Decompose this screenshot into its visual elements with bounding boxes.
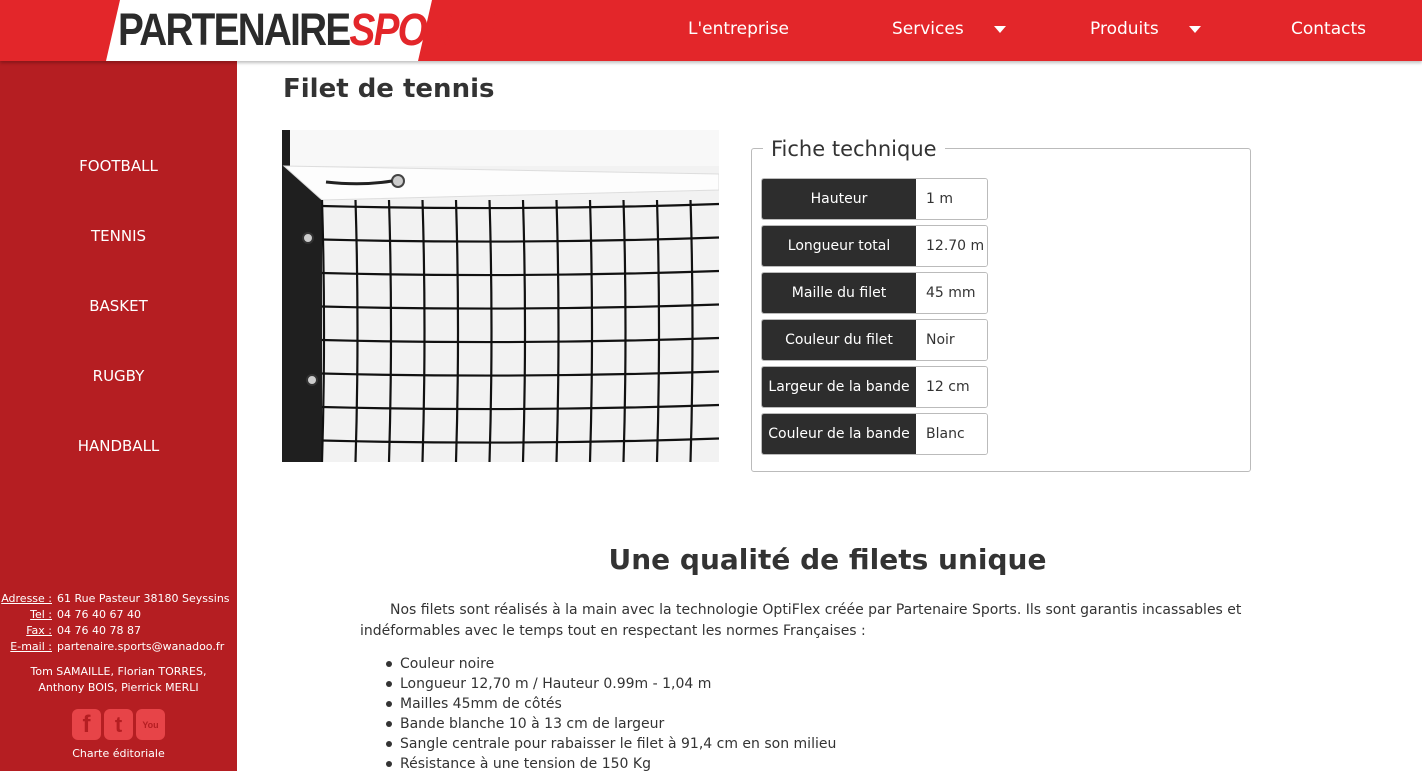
- spec-key: Longueur total: [762, 226, 916, 266]
- youtube-glyph: You: [142, 719, 159, 730]
- list-item: Bande blanche 10 à 13 cm de largeur: [386, 714, 836, 734]
- list-item: Couleur noire: [386, 654, 836, 674]
- spec-row-couleur-bande: Couleur de la bande Blanc: [761, 413, 988, 455]
- nav-services-label: Services: [892, 19, 964, 39]
- spec-value: 45 mm: [916, 273, 987, 313]
- spec-row-largeur-bande: Largeur de la bande 12 cm: [761, 366, 988, 408]
- tel-label: Tel :: [30, 608, 52, 621]
- contact-email: E-mail : partenaire.sports@wanadoo.fr: [0, 639, 237, 655]
- facebook-icon[interactable]: f: [72, 709, 101, 740]
- nav-contacts[interactable]: Contacts: [1291, 19, 1366, 39]
- tennis-net-image: [282, 130, 719, 462]
- spec-row-longueur: Longueur total 12.70 m: [761, 225, 988, 267]
- contact-tel: Tel : 04 76 40 67 40: [0, 607, 237, 623]
- page-title: Filet de tennis: [283, 74, 495, 104]
- product-image: [282, 130, 719, 462]
- site-logo[interactable]: PARTENAIRE SPORTS: [118, 4, 500, 56]
- nav-produits-label: Produits: [1090, 19, 1159, 39]
- chevron-down-icon: [993, 25, 1006, 33]
- spec-key: Couleur du filet: [762, 320, 916, 360]
- spec-key: Largeur de la bande: [762, 367, 916, 407]
- list-item: Sangle centrale pour rabaisser le filet …: [386, 734, 836, 754]
- fax-value: 04 76 40 78 87: [57, 624, 141, 637]
- email-label: E-mail :: [10, 640, 52, 653]
- spec-value: Blanc: [916, 414, 987, 454]
- fiche-technique-title: Fiche technique: [763, 137, 945, 161]
- address-value: 61 Rue Pasteur 38180 Seyssins: [57, 592, 230, 605]
- chevron-down-icon: [1188, 25, 1201, 33]
- social-links: f t You: [72, 709, 165, 740]
- contact-info: Adresse : 61 Rue Pasteur 38180 Seyssins …: [0, 591, 237, 655]
- fax-label: Fax :: [26, 624, 52, 637]
- spec-value: 12 cm: [916, 367, 987, 407]
- sidebar-item-tennis[interactable]: TENNIS: [0, 227, 237, 245]
- nav-entreprise-label: L'entreprise: [688, 19, 789, 39]
- contact-fax: Fax : 04 76 40 78 87: [0, 623, 237, 639]
- spec-key: Hauteur: [762, 179, 916, 219]
- contact-address: Adresse : 61 Rue Pasteur 38180 Seyssins: [0, 591, 237, 607]
- nav-produits[interactable]: Produits: [1090, 19, 1201, 39]
- credits: Tom SAMAILLE, Florian TORRES, Anthony BO…: [30, 665, 207, 694]
- logo-text-sports: SPORTS: [349, 4, 500, 55]
- sidebar-item-handball[interactable]: HANDBALL: [0, 437, 237, 455]
- logo-text-partenaire: PARTENAIRE: [118, 4, 351, 55]
- site-header: PARTENAIRE SPORTS L'entreprise Services P…: [0, 0, 1422, 61]
- sidebar-item-basket[interactable]: BASKET: [0, 297, 237, 315]
- features-list: Couleur noire Longueur 12,70 m / Hauteur…: [386, 654, 836, 774]
- spec-key: Maille du filet: [762, 273, 916, 313]
- facebook-glyph: f: [82, 710, 91, 738]
- intro-paragraph: Nos filets sont réalisés à la main avec …: [360, 602, 1242, 639]
- twitter-glyph: t: [114, 711, 123, 737]
- list-item: Résistance à une tension de 150 Kg: [386, 754, 836, 774]
- spec-value: 12.70 m: [916, 226, 987, 266]
- address-label: Adresse :: [1, 592, 52, 605]
- list-item: Longueur 12,70 m / Hauteur 0.99m - 1,04 …: [386, 674, 836, 694]
- youtube-icon[interactable]: You: [136, 709, 165, 740]
- twitter-icon[interactable]: t: [104, 709, 133, 740]
- spec-key: Couleur de la bande: [762, 414, 916, 454]
- list-item: Mailles 45mm de côtés: [386, 694, 836, 714]
- spec-row-couleur-filet: Couleur du filet Noir: [761, 319, 988, 361]
- sidebar: FOOTBALL TENNIS BASKET RUGBY HANDBALL Ad…: [0, 61, 237, 771]
- spec-row-hauteur: Hauteur 1 m: [761, 178, 988, 220]
- tel-value: 04 76 40 67 40: [57, 608, 141, 621]
- spec-row-maille: Maille du filet 45 mm: [761, 272, 988, 314]
- charte-editoriale-link[interactable]: Charte éditoriale: [0, 747, 237, 760]
- nav-contacts-label: Contacts: [1291, 19, 1366, 39]
- sidebar-item-rugby[interactable]: RUGBY: [0, 367, 237, 385]
- sidebar-item-football[interactable]: FOOTBALL: [0, 157, 237, 175]
- nav-entreprise[interactable]: L'entreprise: [688, 19, 789, 39]
- nav-services[interactable]: Services: [892, 19, 1006, 39]
- email-value[interactable]: partenaire.sports@wanadoo.fr: [57, 639, 237, 655]
- section-title: Une qualité de filets unique: [608, 543, 1047, 576]
- spec-value: 1 m: [916, 179, 987, 219]
- spec-value: Noir: [916, 320, 987, 360]
